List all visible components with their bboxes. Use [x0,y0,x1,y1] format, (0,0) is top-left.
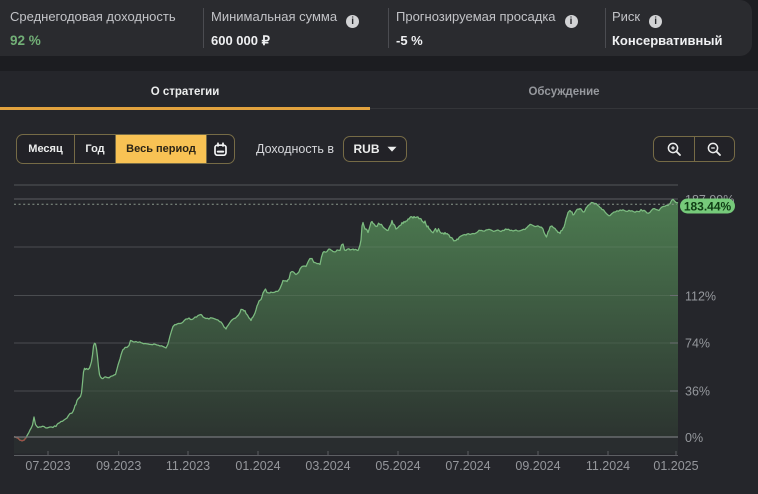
svg-text:36%: 36% [685,384,710,398]
svg-text:09.2024: 09.2024 [515,459,560,473]
svg-text:112%: 112% [685,290,716,304]
svg-text:11.2023: 11.2023 [166,459,210,473]
svg-text:11.2024: 11.2024 [586,459,630,473]
svg-text:01.2025: 01.2025 [653,459,698,473]
svg-text:01.2024: 01.2024 [235,459,280,473]
svg-text:05.2024: 05.2024 [375,459,420,473]
svg-text:183.44%: 183.44% [684,199,732,213]
svg-text:09.2023: 09.2023 [96,459,141,473]
svg-text:0%: 0% [685,431,703,445]
svg-text:74%: 74% [685,337,710,351]
svg-text:03.2024: 03.2024 [305,459,350,473]
svg-text:07.2024: 07.2024 [445,459,490,473]
svg-text:07.2023: 07.2023 [25,459,70,473]
